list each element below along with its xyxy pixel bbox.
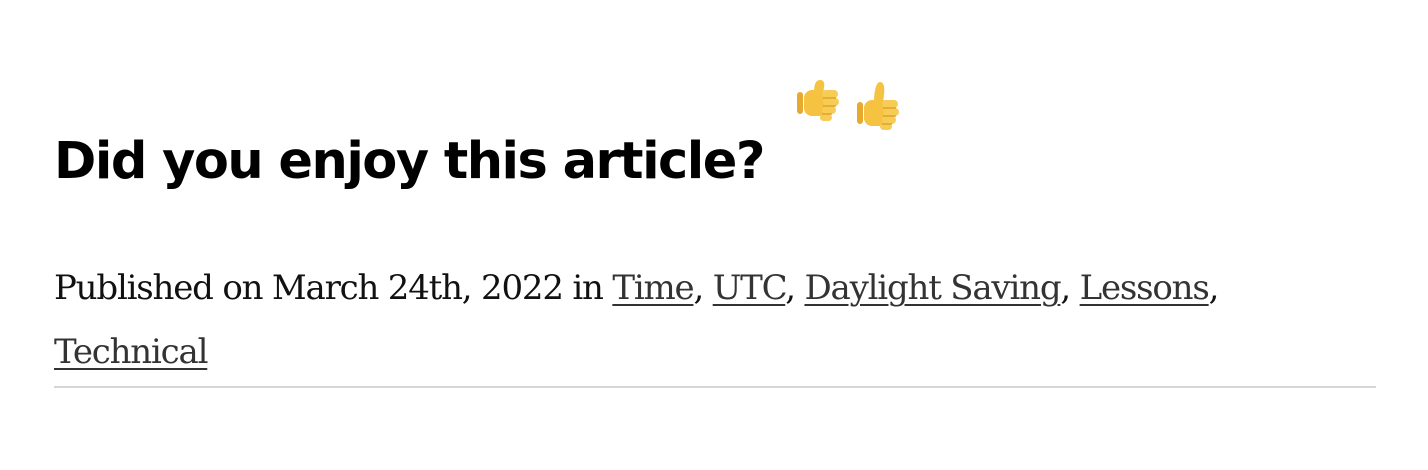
tag-link-lessons[interactable]: Lessons: [1080, 268, 1210, 308]
tag-link-utc[interactable]: UTC: [713, 268, 787, 308]
thumbs-down-icon: [797, 80, 839, 121]
feedback-question: Did you enjoy this article?: [54, 132, 765, 191]
dislike-button[interactable]: [792, 78, 844, 134]
section-divider: [54, 386, 1376, 388]
tag-separator: ,: [785, 268, 805, 308]
tag-link-time[interactable]: Time: [612, 268, 694, 308]
tag-link-technical[interactable]: Technical: [54, 332, 208, 372]
publication-meta: Published on March 24th, 2022 in Time, U…: [54, 256, 1376, 384]
article-feedback: Did you enjoy this article?: [54, 78, 1054, 198]
thumbs-up-icon: [857, 82, 899, 130]
tag-link-daylight-saving[interactable]: Daylight Saving: [804, 268, 1061, 308]
vote-buttons: [792, 78, 904, 134]
like-button[interactable]: [852, 78, 904, 134]
published-date-text: Published on March 24th, 2022 in: [54, 268, 613, 308]
tag-separator: ,: [1060, 268, 1080, 308]
tag-separator: ,: [693, 268, 713, 308]
tag-separator: ,: [1208, 268, 1220, 308]
